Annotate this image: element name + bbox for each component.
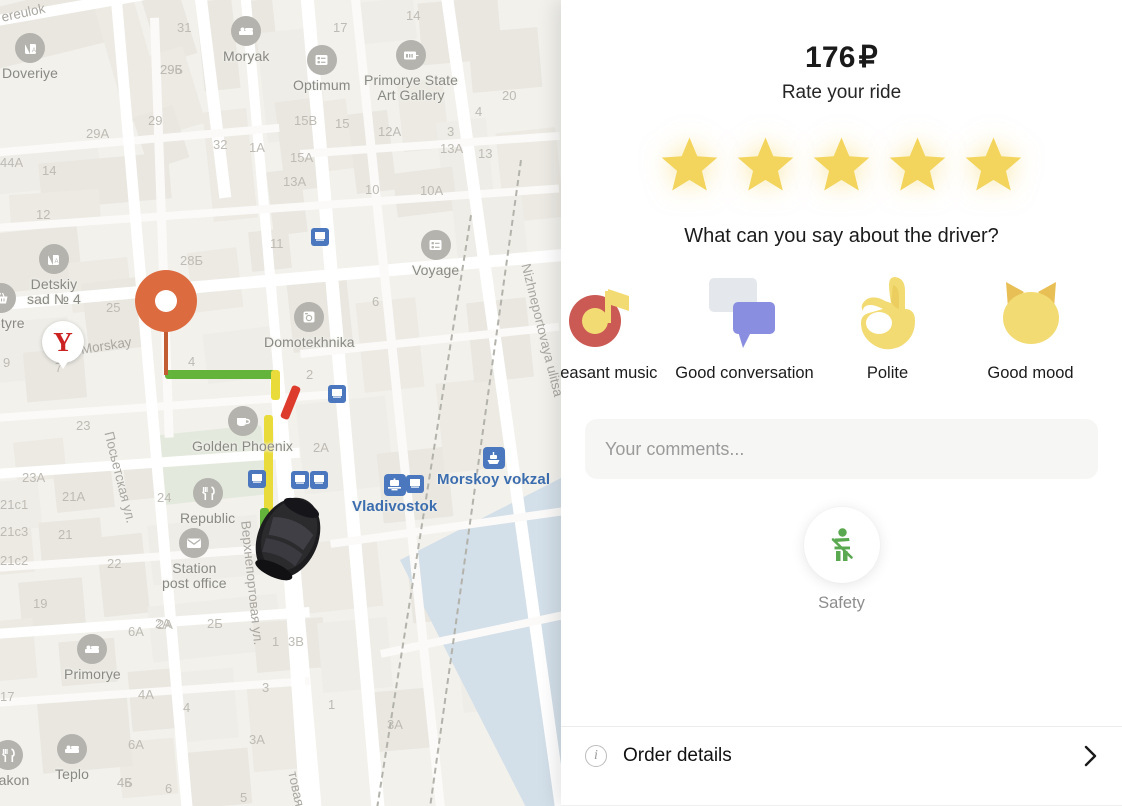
driver-tag-label: Polite xyxy=(866,364,909,382)
ride-price: 176 ₽ xyxy=(585,40,1098,75)
driver-tags-row[interactable]: Pleasant music Good conversation Polite … xyxy=(561,270,1122,383)
driver-tag-label: Good mood xyxy=(987,364,1074,382)
driver-tag-polite[interactable]: Polite xyxy=(816,270,959,383)
order-details-row[interactable]: i Order details xyxy=(561,726,1122,784)
transit-station-icon[interactable] xyxy=(248,470,266,488)
driver-question: What can you say about the driver? xyxy=(684,225,999,247)
star-5[interactable] xyxy=(964,136,1023,192)
driver-tag-good-mood[interactable]: Good mood xyxy=(959,270,1102,383)
order-details-label: Order details xyxy=(623,744,732,766)
map-pane[interactable]: 31 17 14 29Б 296 29 29A 32 1A 44A 14 20 15B 15 12A 3 4 13… xyxy=(0,0,561,806)
seatbelt-icon xyxy=(831,528,853,561)
star-2[interactable] xyxy=(736,136,795,192)
comment-input[interactable] xyxy=(605,438,1078,460)
driver-tag-good-conversation[interactable]: Good conversation xyxy=(673,270,816,383)
star-4[interactable] xyxy=(888,136,947,192)
driver-tag-label: Pleasant music xyxy=(561,364,658,382)
transit-station-icon[interactable] xyxy=(406,475,424,493)
ride-rating-screen: 31 17 14 29Б 296 29 29A 32 1A 44A 14 20 15B 15 12A 3 4 13… xyxy=(0,0,1122,806)
ok-hand-icon xyxy=(857,270,919,356)
safety-button[interactable]: Safety xyxy=(585,507,1098,613)
yandex-logo-pin[interactable]: Y xyxy=(42,321,84,369)
transit-station-icon[interactable] xyxy=(311,228,329,246)
marker-disc xyxy=(135,270,197,332)
transit-station-icon[interactable] xyxy=(310,471,328,489)
destination-marker[interactable] xyxy=(135,270,197,375)
driver-tag-label: Good conversation xyxy=(675,364,814,382)
chevron-right-icon[interactable] xyxy=(1084,745,1098,767)
marker-hole xyxy=(155,290,177,312)
star-1[interactable] xyxy=(660,136,719,192)
cat-face-icon xyxy=(998,270,1064,356)
rating-panel: 176 ₽ Rate your ride What can you say abo… xyxy=(561,0,1122,806)
driver-tag-pleasant-music[interactable]: Pleasant music xyxy=(561,270,673,383)
price-currency: ₽ xyxy=(858,41,878,74)
rate-your-ride-title: Rate your ride xyxy=(781,82,902,103)
info-icon: i xyxy=(585,744,607,767)
speech-bubbles-icon xyxy=(708,270,781,356)
safety-icon-circle xyxy=(803,507,880,583)
comment-box[interactable] xyxy=(585,419,1098,479)
map-canvas[interactable]: 31 17 14 29Б 296 29 29A 32 1A 44A 14 20 15B 15 12A 3 4 13… xyxy=(0,0,561,806)
star-rating[interactable] xyxy=(585,136,1098,192)
music-note-icon xyxy=(567,270,637,356)
safety-label: Safety xyxy=(818,594,865,612)
star-3[interactable] xyxy=(812,136,871,192)
price-amount: 176 xyxy=(805,41,856,74)
transit-station-badges xyxy=(0,0,561,806)
transit-station-icon[interactable] xyxy=(291,471,309,489)
transit-station-icon[interactable] xyxy=(328,385,346,403)
